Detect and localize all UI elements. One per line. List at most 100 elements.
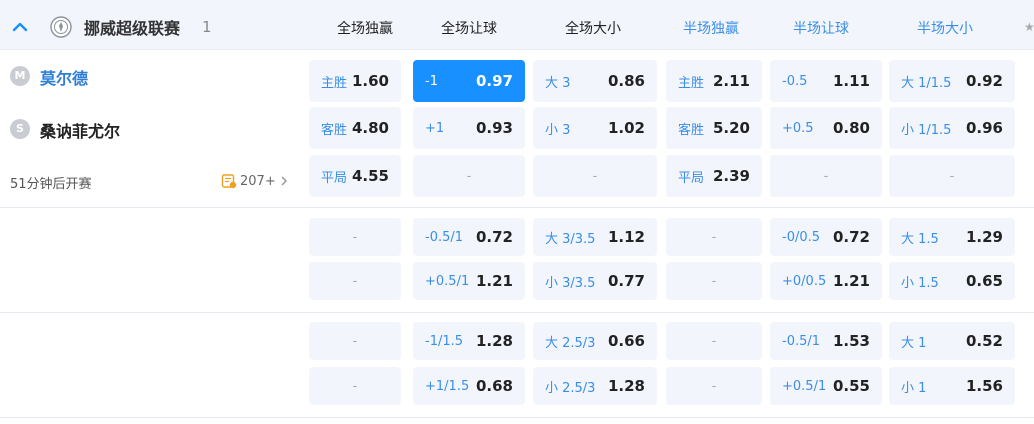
odds-line: 大 1: [901, 335, 927, 351]
odds-line: -0.5: [782, 73, 808, 89]
odds-line: -0.5/1: [425, 229, 464, 245]
chevron-right-icon: [281, 176, 287, 186]
odds-cell-empty: -: [770, 155, 882, 197]
row-divider: [0, 417, 1034, 418]
odds-price: 1.28: [607, 377, 645, 395]
odds-line: +0.5/1: [425, 273, 470, 289]
odds-price: 0.68: [475, 377, 513, 395]
odds-cell[interactable]: 小 3 1.02: [533, 107, 657, 149]
odds-cell[interactable]: 平局 4.55: [309, 155, 401, 197]
odds-placeholder: -: [823, 168, 829, 184]
league-name: 挪威超级联赛: [84, 19, 181, 38]
odds-cell[interactable]: +0.5 0.80: [770, 107, 882, 149]
odds-price: 5.20: [712, 119, 750, 137]
odds-price: 0.92: [965, 72, 1003, 90]
odds-cell-empty: -: [309, 322, 401, 360]
odds-line: -0.5/1: [782, 333, 821, 349]
odds-cell[interactable]: 大 3/3.5 1.12: [533, 218, 657, 256]
row-divider: [0, 312, 1034, 313]
odds-cell[interactable]: 主胜 1.60: [309, 60, 401, 102]
odds-placeholder: -: [352, 378, 358, 394]
odds-line: +0.5: [782, 120, 814, 136]
home-team-badge: M: [10, 66, 30, 86]
odds-cell-empty: -: [666, 322, 762, 360]
league-header: 挪威超级联赛 1 全场独赢 全场让球 全场大小 半场独赢 半场让球 半场大小 ★: [0, 0, 1034, 50]
odds-price: 0.65: [965, 272, 1003, 290]
odds-cell[interactable]: 大 2.5/3 0.66: [533, 322, 657, 360]
odds-cell[interactable]: +1/1.5 0.68: [413, 367, 525, 405]
odds-line: 客胜: [678, 122, 705, 138]
pin-icon[interactable]: ★: [1024, 20, 1034, 34]
odds-price: 0.96: [965, 119, 1003, 137]
odds-price: 0.66: [607, 332, 645, 350]
odds-cell[interactable]: 大 3 0.86: [533, 60, 657, 102]
odds-cell-empty: -: [666, 262, 762, 300]
odds-price: 1.21: [832, 272, 870, 290]
odds-price: 0.72: [832, 228, 870, 246]
odds-cell-empty: -: [309, 367, 401, 405]
odds-cell[interactable]: -1/1.5 1.28: [413, 322, 525, 360]
odds-cell[interactable]: 大 1.5 1.29: [889, 218, 1015, 256]
home-team-name[interactable]: 莫尔德: [40, 65, 88, 89]
odds-price: 1.28: [475, 332, 513, 350]
odds-placeholder: -: [949, 168, 955, 184]
odds-cell[interactable]: 小 3/3.5 0.77: [533, 262, 657, 300]
odds-cell[interactable]: -1 0.97: [413, 60, 525, 102]
odds-line: -0/0.5: [782, 229, 821, 245]
odds-cell[interactable]: 小 1.5 0.65: [889, 262, 1015, 300]
odds-price: 2.39: [712, 167, 750, 185]
odds-line: 大 3/3.5: [545, 231, 596, 247]
odds-placeholder: -: [711, 273, 717, 289]
odds-cell-empty: -: [413, 155, 525, 197]
odds-cell[interactable]: -0/0.5 0.72: [770, 218, 882, 256]
odds-cell[interactable]: 小 1 1.56: [889, 367, 1015, 405]
odds-cell[interactable]: +1 0.93: [413, 107, 525, 149]
odds-cell[interactable]: +0/0.5 1.21: [770, 262, 882, 300]
odds-cell[interactable]: +0.5/1 0.55: [770, 367, 882, 405]
odds-placeholder: -: [711, 333, 717, 349]
chevron-up-icon[interactable]: [10, 17, 30, 37]
odds-cell[interactable]: -0.5/1 0.72: [413, 218, 525, 256]
odds-line: 大 1.5: [901, 231, 939, 247]
odds-cell-empty: -: [533, 155, 657, 197]
odds-line: 大 3: [545, 75, 571, 91]
odds-line: 大 2.5/3: [545, 335, 596, 351]
odds-cell[interactable]: -0.5 1.11: [770, 60, 882, 102]
odds-cell[interactable]: +0.5/1 1.21: [413, 262, 525, 300]
more-markets-link[interactable]: 207+: [221, 171, 289, 191]
odds-line: -1/1.5: [425, 333, 464, 349]
odds-price: 2.11: [712, 72, 750, 90]
odds-line: +1/1.5: [425, 378, 470, 394]
kickoff-time: 51分钟后开赛: [10, 177, 92, 192]
odds-placeholder: -: [352, 273, 358, 289]
odds-line: 主胜: [678, 75, 705, 91]
col-half-handicap: 半场让球: [793, 21, 849, 37]
odds-cell[interactable]: 大 1 0.52: [889, 322, 1015, 360]
col-full-1x2: 全场独赢: [337, 21, 393, 37]
odds-price: 1.60: [351, 72, 389, 90]
col-full-total: 全场大小: [565, 21, 621, 37]
col-half-1x2: 半场独赢: [683, 21, 739, 37]
odds-cell[interactable]: 平局 2.39: [666, 155, 762, 197]
odds-line: 大 1/1.5: [901, 75, 952, 91]
odds-placeholder: -: [466, 168, 472, 184]
odds-price: 1.02: [607, 119, 645, 137]
odds-cell[interactable]: 小 2.5/3 1.28: [533, 367, 657, 405]
odds-cell[interactable]: -0.5/1 1.53: [770, 322, 882, 360]
odds-cell[interactable]: 小 1/1.5 0.96: [889, 107, 1015, 149]
odds-price: 1.11: [832, 72, 870, 90]
odds-line: 小 2.5/3: [545, 380, 596, 396]
odds-line: +0/0.5: [782, 273, 827, 289]
odds-price: 1.12: [607, 228, 645, 246]
odds-price: 0.93: [475, 119, 513, 137]
odds-cell[interactable]: 主胜 2.11: [666, 60, 762, 102]
odds-placeholder: -: [592, 168, 598, 184]
odds-cell[interactable]: 大 1/1.5 0.92: [889, 60, 1015, 102]
away-team-name[interactable]: 桑讷菲尤尔: [40, 118, 120, 142]
col-half-total: 半场大小: [917, 21, 973, 37]
odds-line: 平局: [678, 170, 705, 186]
odds-cell[interactable]: 客胜 5.20: [666, 107, 762, 149]
odds-cell-empty: -: [666, 367, 762, 405]
odds-price: 4.80: [351, 119, 389, 137]
odds-cell[interactable]: 客胜 4.80: [309, 107, 401, 149]
